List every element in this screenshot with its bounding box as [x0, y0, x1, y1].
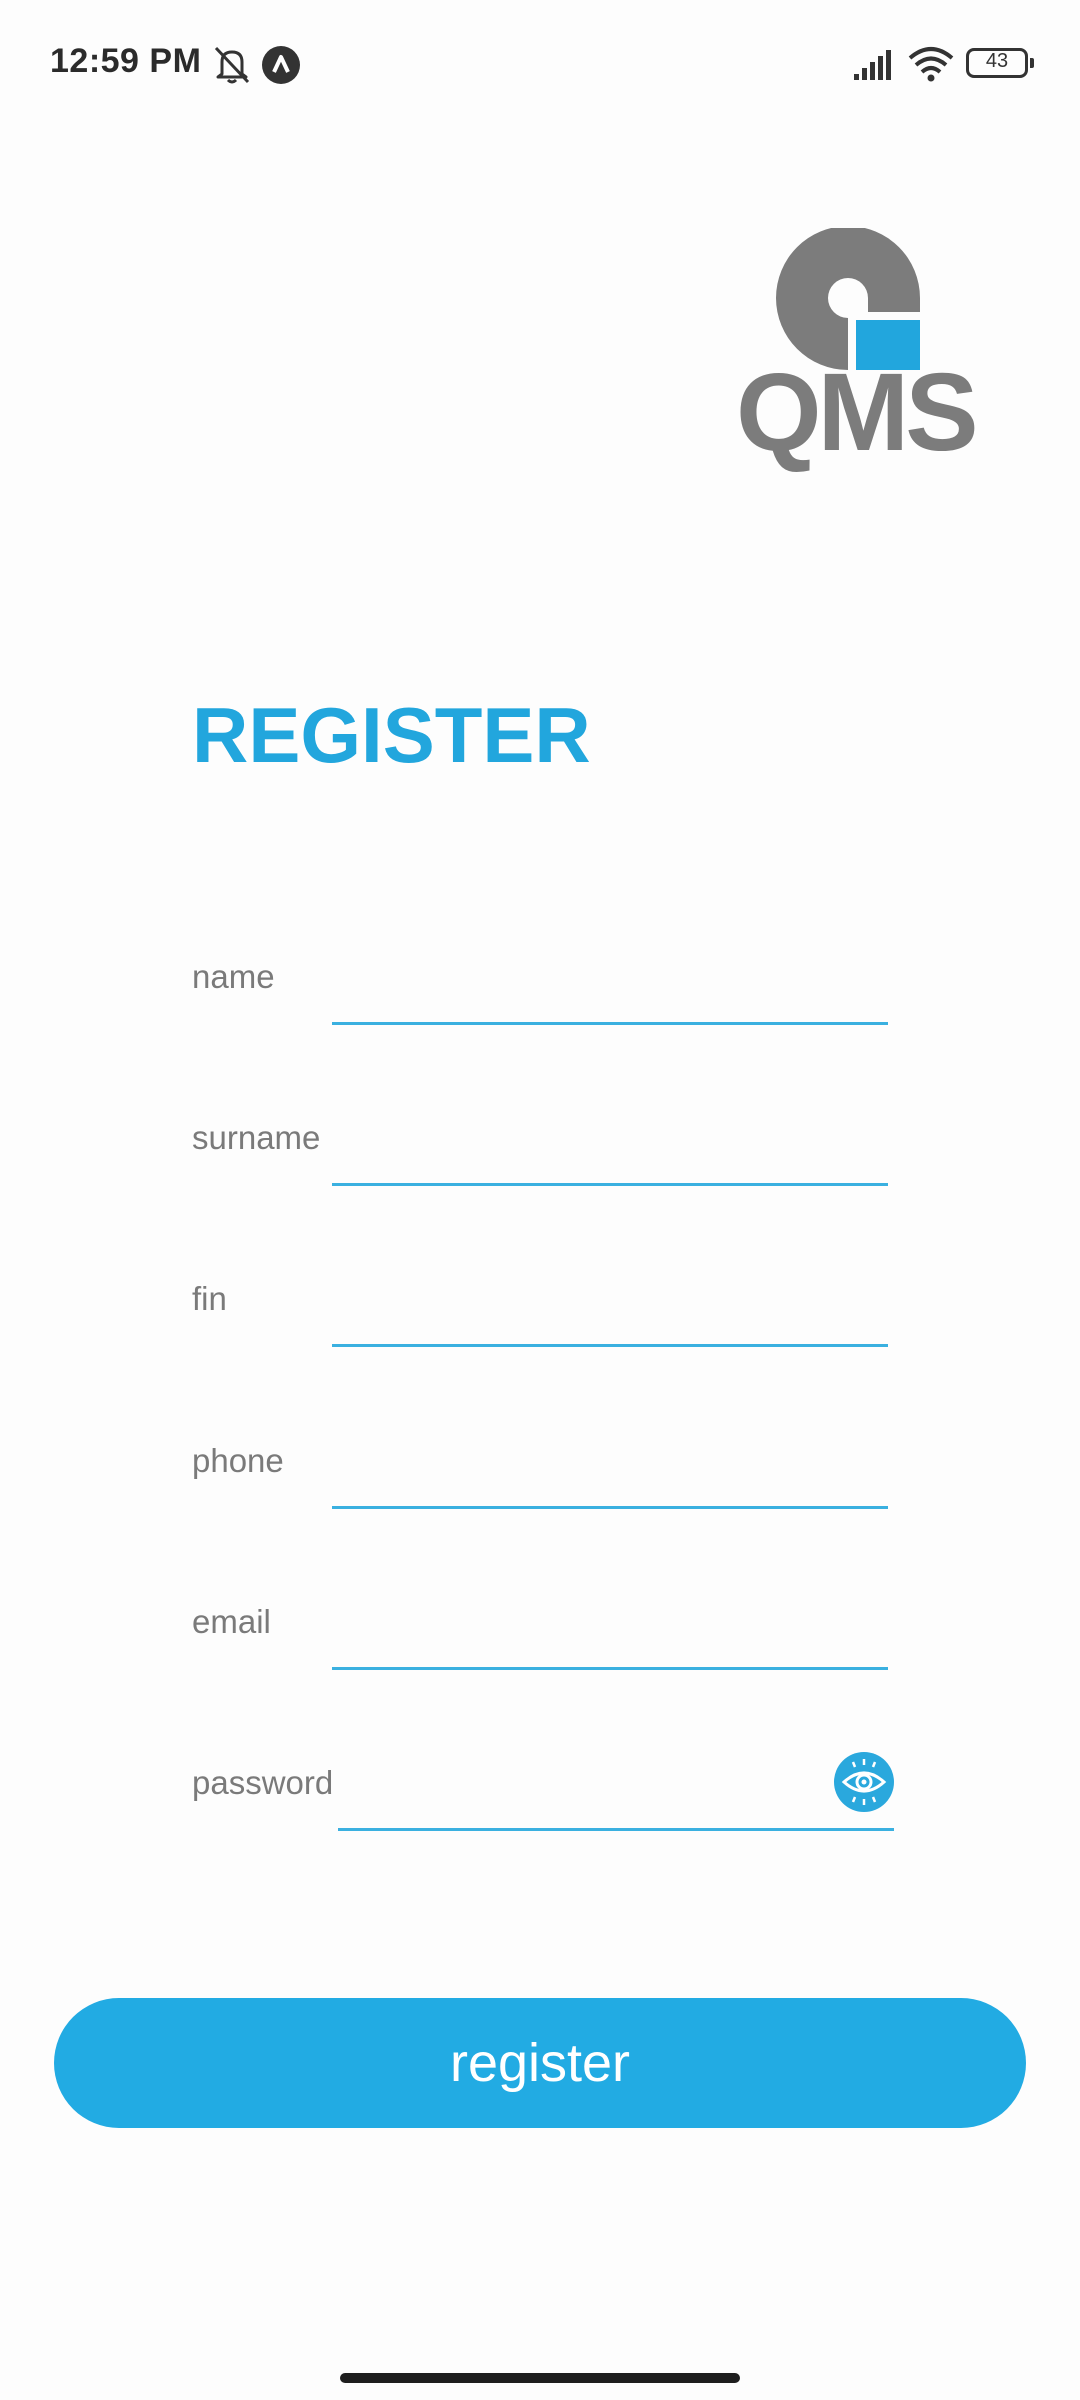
password-input[interactable]: [338, 1764, 822, 1826]
status-bar: 12:59 PM 43: [0, 0, 1080, 130]
phone-input[interactable]: [332, 1442, 892, 1504]
home-indicator[interactable]: [340, 2373, 740, 2383]
phone-label: phone: [192, 1442, 284, 1479]
signal-icon: [854, 50, 891, 80]
phone-underline: [332, 1506, 888, 1509]
surname-underline: [332, 1183, 888, 1186]
name-underline: [332, 1022, 888, 1025]
name-input[interactable]: [332, 958, 892, 1020]
bell-off-icon: [214, 46, 250, 84]
surname-field[interactable]: surname: [192, 1119, 892, 1229]
app-notification-icon: [262, 46, 300, 84]
fin-field[interactable]: fin: [192, 1280, 892, 1390]
fin-input[interactable]: [332, 1280, 892, 1342]
status-time: 12:59 PM: [50, 42, 202, 80]
name-label: name: [192, 958, 275, 995]
battery-level: 43: [985, 50, 1009, 72]
fin-label: fin: [192, 1280, 227, 1317]
page-title: REGISTER: [192, 691, 591, 779]
register-button[interactable]: register: [54, 1998, 1026, 2128]
name-field[interactable]: name: [192, 958, 892, 1068]
surname-input[interactable]: [332, 1119, 892, 1181]
eye-icon: [841, 1759, 887, 1805]
password-underline: [338, 1828, 894, 1831]
email-input[interactable]: [332, 1603, 892, 1665]
fin-underline: [332, 1344, 888, 1347]
password-label: password: [192, 1764, 334, 1801]
password-field[interactable]: password: [192, 1752, 894, 1874]
surname-label: surname: [192, 1119, 321, 1156]
logo-text: QMS: [736, 351, 979, 474]
battery-icon: 43: [966, 48, 1034, 78]
phone-field[interactable]: phone: [192, 1442, 892, 1552]
email-field[interactable]: email: [192, 1603, 892, 1713]
email-underline: [332, 1667, 888, 1670]
wifi-icon: [908, 47, 954, 82]
show-password-button[interactable]: [834, 1752, 894, 1812]
email-label: email: [192, 1603, 271, 1640]
